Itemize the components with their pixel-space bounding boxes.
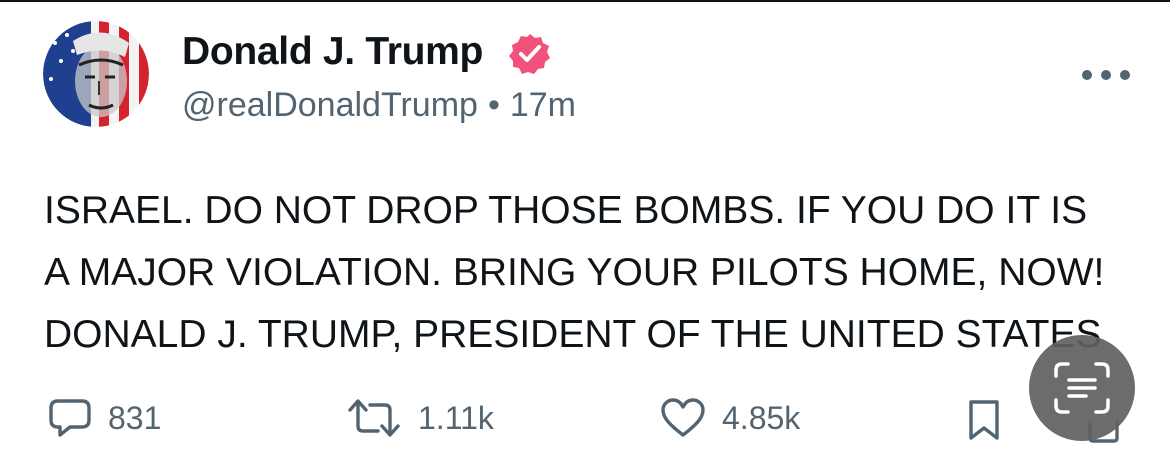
post-card[interactable]: Donald J. Trump @realDonaldTrump • 17m ISR… [0,0,1170,474]
heart-icon [661,398,705,437]
repost-icon [348,399,400,437]
post-text-line: DONALD J. TRUMP, PRESIDENT OF THE UNITED… [44,313,1102,356]
author-handle[interactable]: @realDonaldTrump [182,86,478,124]
repost-count: 1.11k [418,399,494,436]
reply-button[interactable]: 831 [48,394,161,442]
reply-icon [49,399,91,437]
like-count: 4.85k [722,399,801,436]
post-text-line: ISRAEL. DO NOT DROP THOSE BOMBS. IF YOU … [44,189,1088,232]
like-button[interactable]: 4.85k [660,394,800,442]
bookmark-icon[interactable] [966,398,1002,442]
avatar[interactable] [43,21,149,127]
display-name[interactable]: Donald J. Trump [182,30,483,74]
more-options-icon[interactable] [1079,64,1133,86]
separator-dot: • [487,86,500,124]
repost-button[interactable]: 1.11k [346,394,494,442]
avatar-image [43,21,149,127]
verified-badge-icon [509,34,550,74]
post-text-line: A MAJOR VIOLATION. BRING YOUR PILOTS HOM… [44,251,1105,294]
post-text: ISRAEL. DO NOT DROP THOSE BOMBS. IF YOU … [44,180,1154,366]
post-time[interactable]: 17m [510,86,576,124]
handle-row: @realDonaldTrump • 17m [182,86,576,125]
scan-text-icon [1054,362,1110,414]
scan-text-button[interactable] [1029,335,1135,441]
reply-count: 831 [108,399,162,436]
